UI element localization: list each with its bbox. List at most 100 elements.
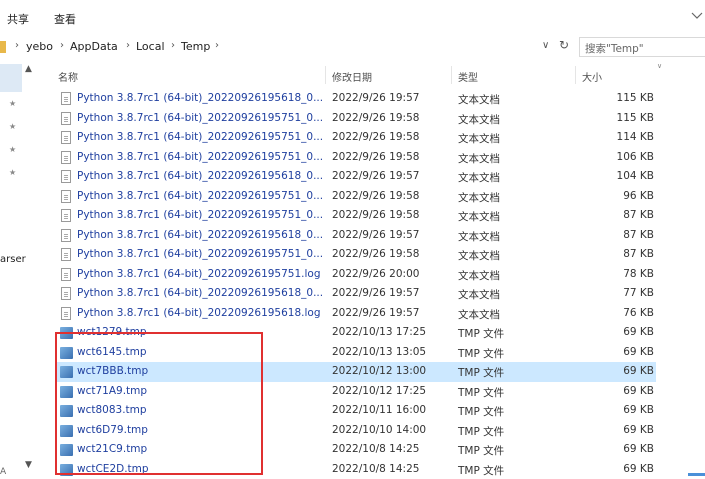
file-type: 文本文档 <box>458 170 500 185</box>
file-row[interactable]: Python 3.8.7rc1 (64-bit)_20220926195751_… <box>56 206 656 226</box>
file-type: TMP 文件 <box>458 404 504 419</box>
file-name: Python 3.8.7rc1 (64-bit)_20220926195618.… <box>77 307 323 319</box>
column-divider[interactable] <box>325 66 326 84</box>
file-row[interactable]: wct8083.tmp2022/10/11 16:00TMP 文件69 KB <box>56 401 656 421</box>
breadcrumb-yebo[interactable]: yebo <box>26 40 53 53</box>
nav-selected-item[interactable] <box>0 64 22 92</box>
tmp-file-icon <box>60 405 73 417</box>
file-type: 文本文档 <box>458 248 500 263</box>
file-size: 69 KB <box>623 346 654 358</box>
file-name: Python 3.8.7rc1 (64-bit)_20220926195751.… <box>77 268 323 280</box>
menu-view[interactable]: 查看 <box>54 11 76 27</box>
file-size: 106 KB <box>617 151 654 163</box>
file-type: TMP 文件 <box>458 346 504 361</box>
file-row[interactable]: Python 3.8.7rc1 (64-bit)_20220926195618.… <box>56 304 656 324</box>
file-row[interactable]: Python 3.8.7rc1 (64-bit)_20220926195618_… <box>56 167 656 187</box>
file-row[interactable]: wct71A9.tmp2022/10/12 17:25TMP 文件69 KB <box>56 382 656 402</box>
tmp-file-icon <box>60 425 73 437</box>
file-name: Python 3.8.7rc1 (64-bit)_20220926195751_… <box>77 131 323 143</box>
file-date: 2022/9/26 19:58 <box>332 131 419 143</box>
file-row[interactable]: Python 3.8.7rc1 (64-bit)_20220926195751_… <box>56 187 656 207</box>
file-row[interactable]: Python 3.8.7rc1 (64-bit)_20220926195751_… <box>56 109 656 129</box>
nav-item-label[interactable]: arser <box>0 254 26 265</box>
file-name: wct6D79.tmp <box>77 424 323 436</box>
refresh-icon[interactable]: ↻ <box>559 38 569 52</box>
file-type: 文本文档 <box>458 151 500 166</box>
file-size: 115 KB <box>617 112 654 124</box>
file-row[interactable]: wct21C9.tmp2022/10/8 14:25TMP 文件69 KB <box>56 440 656 460</box>
breadcrumb-separator-icon[interactable]: › <box>15 40 19 51</box>
file-size: 87 KB <box>623 248 654 260</box>
scroll-down-icon[interactable]: ▼ <box>25 460 32 470</box>
column-header-date[interactable]: 修改日期 <box>332 69 372 84</box>
file-row[interactable]: Python 3.8.7rc1 (64-bit)_20220926195618_… <box>56 89 656 109</box>
file-date: 2022/9/26 19:57 <box>332 307 419 319</box>
pin-icon: ★ <box>9 146 17 154</box>
text-file-icon <box>61 190 71 203</box>
file-date: 2022/9/26 20:00 <box>332 268 419 280</box>
file-row[interactable]: wct6145.tmp 2022/10/13 13:05 TMP 文件 69 KB <box>56 343 656 363</box>
file-size: 87 KB <box>623 209 654 221</box>
pin-icon: ★ <box>9 169 17 177</box>
tmp-file-icon <box>60 386 73 398</box>
file-type: 文本文档 <box>458 268 500 283</box>
scroll-up-icon[interactable]: ▲ <box>25 64 32 74</box>
address-bar[interactable]: › yebo › AppData › Local › Temp › ∨ ↻ 搜索… <box>0 34 705 60</box>
file-size: 69 KB <box>623 424 654 436</box>
folder-icon <box>0 41 6 53</box>
file-row[interactable]: Python 3.8.7rc1 (64-bit)_20220926195751_… <box>56 128 656 148</box>
file-date: 2022/10/13 13:05 <box>332 346 426 358</box>
text-file-icon <box>61 248 71 261</box>
file-row[interactable]: wct7BBB.tmp2022/10/12 13:00TMP 文件69 KB <box>56 362 656 382</box>
nav-scrollbar[interactable]: ▲ ▼ <box>23 62 37 478</box>
file-size: 69 KB <box>623 404 654 416</box>
file-name: wct6145.tmp <box>77 346 323 358</box>
text-file-icon <box>61 151 71 164</box>
file-type: TMP 文件 <box>458 443 504 458</box>
breadcrumb-separator-icon[interactable]: › <box>171 40 175 51</box>
column-header-size[interactable]: 大小 <box>582 69 602 84</box>
menu-share[interactable]: 共享 <box>7 11 29 27</box>
file-size: 77 KB <box>623 287 654 299</box>
breadcrumb-separator-icon[interactable]: › <box>126 40 130 51</box>
file-name: Python 3.8.7rc1 (64-bit)_20220926195618_… <box>77 170 323 182</box>
column-divider[interactable] <box>451 66 452 84</box>
breadcrumb-appdata[interactable]: AppData <box>70 40 118 53</box>
menu-bar: 共享 查看 <box>0 0 705 34</box>
breadcrumb-local[interactable]: Local <box>136 40 165 53</box>
nav-item-label[interactable]: A <box>0 467 6 477</box>
file-name: wct1279.tmp <box>77 326 323 338</box>
file-row[interactable]: wctCE2D.tmp2022/10/8 14:25TMP 文件69 KB <box>56 460 656 479</box>
file-row[interactable]: Python 3.8.7rc1 (64-bit)_20220926195751_… <box>56 148 656 168</box>
column-header-type[interactable]: 类型 <box>458 69 478 84</box>
column-header-name[interactable]: 名称 <box>58 69 78 84</box>
breadcrumb-separator-icon[interactable]: › <box>215 40 219 51</box>
file-date: 2022/9/26 19:57 <box>332 170 419 182</box>
chevron-down-icon[interactable] <box>691 10 703 20</box>
file-name: Python 3.8.7rc1 (64-bit)_20220926195751_… <box>77 209 323 221</box>
text-file-icon <box>61 170 71 183</box>
breadcrumb-separator-icon[interactable]: › <box>60 40 64 51</box>
file-size: 104 KB <box>617 170 654 182</box>
file-name: Python 3.8.7rc1 (64-bit)_20220926195751_… <box>77 248 323 260</box>
breadcrumb-temp[interactable]: Temp <box>181 40 210 53</box>
file-date: 2022/10/12 13:00 <box>332 365 426 377</box>
file-row[interactable]: Python 3.8.7rc1 (64-bit)_20220926195751_… <box>56 245 656 265</box>
file-name: Python 3.8.7rc1 (64-bit)_20220926195618_… <box>77 287 323 299</box>
file-name: Python 3.8.7rc1 (64-bit)_20220926195618_… <box>77 92 323 104</box>
file-size: 96 KB <box>623 190 654 202</box>
text-file-icon <box>61 307 71 320</box>
file-date: 2022/9/26 19:58 <box>332 112 419 124</box>
file-row[interactable]: wct6D79.tmp2022/10/10 14:00TMP 文件69 KB <box>56 421 656 441</box>
file-date: 2022/10/12 17:25 <box>332 385 426 397</box>
file-row[interactable]: Python 3.8.7rc1 (64-bit)_20220926195618_… <box>56 226 656 246</box>
file-date: 2022/9/26 19:57 <box>332 92 419 104</box>
search-input[interactable]: 搜索"Temp" <box>579 37 705 57</box>
file-size: 69 KB <box>623 365 654 377</box>
file-row[interactable]: Python 3.8.7rc1 (64-bit)_20220926195751.… <box>56 265 656 285</box>
file-row[interactable]: Python 3.8.7rc1 (64-bit)_20220926195618_… <box>56 284 656 304</box>
pin-icon: ★ <box>9 123 17 131</box>
column-divider[interactable] <box>575 66 576 84</box>
file-row[interactable]: wct1279.tmp2022/10/13 17:25TMP 文件69 KB <box>56 323 656 343</box>
chevron-down-icon[interactable]: ∨ <box>542 40 549 51</box>
